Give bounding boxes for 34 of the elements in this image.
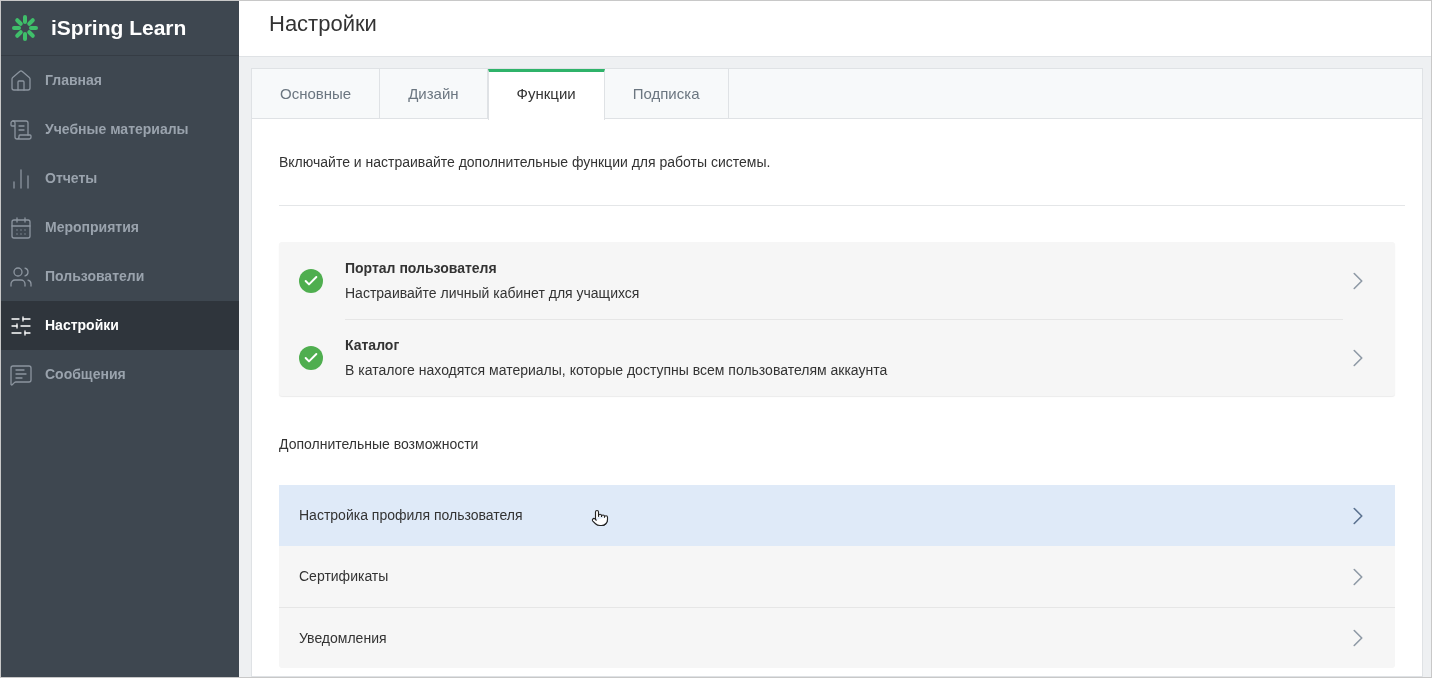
message-icon — [9, 362, 33, 387]
logo-text: iSpring Learn — [51, 15, 187, 42]
extra-row[interactable]: Уведомления — [279, 607, 1395, 668]
feature-title: Каталог — [345, 336, 401, 355]
feature-description: В каталоге находятся материалы, которые доступны всем пользователям аккаунта — [345, 361, 889, 380]
page-title: Настройки — [269, 10, 377, 38]
sidebar-item[interactable]: Отчеты — [1, 154, 239, 203]
tab[interactable]: Функции — [487, 69, 605, 120]
extra-label: Сертификаты — [299, 567, 389, 586]
tab[interactable]: Основные — [252, 69, 381, 119]
calendar-icon — [9, 215, 33, 240]
extra-row[interactable]: Настройка профиля пользователя — [279, 485, 1395, 546]
feature-row[interactable]: Портал пользователя Настраивайте личный кабинет для учащихся — [279, 242, 1395, 319]
users-icon — [9, 264, 33, 289]
logo-icon — [11, 14, 39, 42]
tab[interactable]: Подписка — [604, 69, 729, 119]
home-icon — [9, 68, 33, 93]
feature-row[interactable]: Каталог В каталоге находятся материалы, которые доступны всем пользователям аккаунта — [279, 319, 1395, 396]
sidebar-item[interactable]: Учебные материалы — [1, 105, 239, 154]
document-icon — [9, 117, 33, 142]
sidebar-item[interactable]: Пользователи — [1, 252, 239, 301]
section-heading: Дополнительные возможности — [279, 435, 480, 454]
intro-text: Включайте и настраивайте дополнительные функции для работы системы. — [279, 153, 772, 172]
sidebar-item[interactable]: Мероприятия — [1, 203, 239, 252]
tab[interactable]: Дизайн — [380, 69, 488, 119]
extra-row[interactable]: Сертификаты — [279, 546, 1395, 607]
sidebar-item[interactable]: Главная — [1, 56, 239, 105]
feature-description: Настраивайте личный кабинет для учащихся — [345, 283, 641, 303]
sidebar-item[interactable]: Сообщения — [1, 350, 239, 399]
extra-label: Настройка профиля пользователя — [299, 506, 523, 525]
feature-title: Портал пользователя — [345, 258, 498, 278]
sidebar-item[interactable]: Настройки — [1, 301, 239, 350]
extra-label: Уведомления — [299, 628, 387, 648]
hand-cursor-icon — [591, 509, 609, 527]
